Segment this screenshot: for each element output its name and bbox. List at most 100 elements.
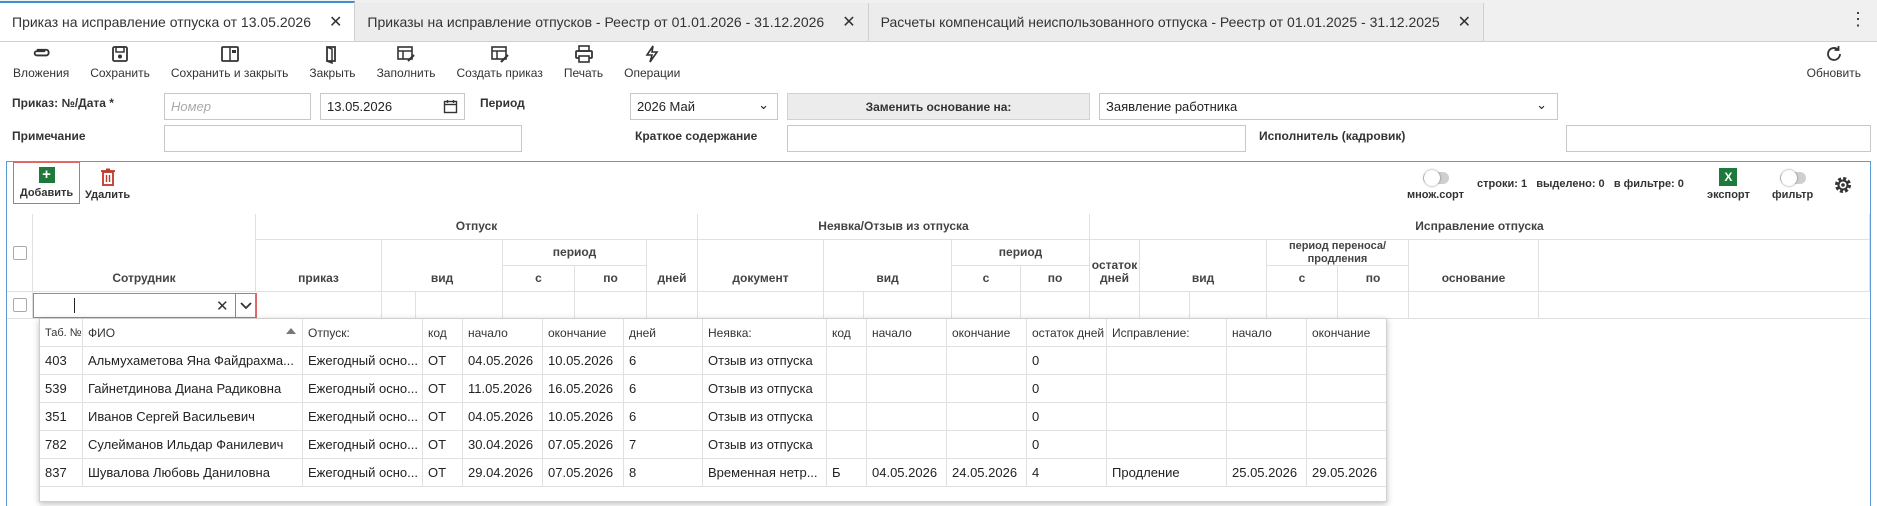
summary-input[interactable] bbox=[787, 125, 1246, 152]
more-vertical-icon[interactable]: ⋮ bbox=[1849, 10, 1867, 28]
create-order-button[interactable]: Создать приказ bbox=[456, 44, 543, 80]
attachments-button[interactable]: Вложения bbox=[13, 44, 69, 80]
save-button[interactable]: Сохранить bbox=[90, 44, 150, 80]
delete-label: Удалить bbox=[85, 189, 131, 201]
select-all-checkbox[interactable] bbox=[12, 245, 27, 260]
dropdown-col-fio[interactable]: ФИО bbox=[83, 319, 303, 346]
dropdown-col-absence-end[interactable]: окончание bbox=[947, 319, 1027, 346]
refresh-button[interactable]: Обновить bbox=[1807, 44, 1861, 80]
note-input[interactable] bbox=[164, 125, 522, 152]
filter-cell[interactable] bbox=[952, 292, 1021, 318]
multisort-toggle[interactable]: множ.сорт bbox=[1407, 170, 1464, 201]
cell-fio: Альмухаметова Яна Файдрахма... bbox=[83, 347, 303, 374]
filter-cell[interactable] bbox=[1267, 292, 1338, 318]
col-document[interactable]: документ bbox=[698, 240, 824, 292]
dropdown-col-vacation[interactable]: Отпуск: bbox=[303, 319, 423, 346]
cell-vacation: Ежегодный осно... bbox=[303, 375, 423, 402]
cell-absence-code bbox=[827, 431, 867, 458]
filter-cell[interactable] bbox=[1190, 292, 1267, 318]
fill-button[interactable]: Заполнить bbox=[377, 44, 435, 80]
dropdown-col-correction[interactable]: Исправление: bbox=[1107, 319, 1227, 346]
col-absence-from[interactable]: с bbox=[952, 266, 1021, 292]
dropdown-col-absence[interactable]: Неявка: bbox=[703, 319, 827, 346]
filter-cell[interactable] bbox=[256, 292, 382, 318]
col-transfer-to[interactable]: по bbox=[1338, 266, 1409, 292]
settings-gear-icon[interactable] bbox=[1833, 175, 1853, 198]
dropdown-toggle-button[interactable] bbox=[235, 293, 257, 318]
dropdown-col-absence-code[interactable]: код bbox=[827, 319, 867, 346]
save-and-close-button[interactable]: Сохранить и закрыть bbox=[171, 44, 288, 80]
dropdown-col-correction-start[interactable]: начало bbox=[1227, 319, 1307, 346]
operations-button[interactable]: Операции bbox=[624, 44, 680, 80]
col-remaining-days[interactable]: остаток дней bbox=[1090, 240, 1140, 292]
dropdown-col-end[interactable]: окончание bbox=[543, 319, 624, 346]
col-days[interactable]: дней bbox=[647, 240, 698, 292]
print-button[interactable]: Печать bbox=[564, 44, 603, 80]
filter-cell[interactable] bbox=[698, 292, 824, 318]
col-basis[interactable]: основание bbox=[1409, 240, 1539, 292]
close-button[interactable]: Закрыть bbox=[309, 44, 356, 80]
order-number-input[interactable]: Номер bbox=[164, 93, 311, 120]
employee-combobox[interactable]: ✕ bbox=[33, 293, 257, 318]
create-order-label: Создать приказ bbox=[456, 66, 543, 80]
order-date-input[interactable]: 13.05.2026 bbox=[320, 93, 465, 120]
filter-cell[interactable] bbox=[1338, 292, 1409, 318]
filter-toggle[interactable]: фильтр bbox=[1772, 170, 1813, 201]
col-transfer-from[interactable]: с bbox=[1267, 266, 1338, 292]
dropdown-row[interactable]: 403 Альмухаметова Яна Файдрахма... Ежего… bbox=[40, 347, 1386, 375]
filter-cell[interactable] bbox=[1090, 292, 1140, 318]
cell-start: 04.05.2026 bbox=[463, 403, 543, 430]
add-button[interactable]: + Добавить bbox=[13, 162, 80, 204]
filter-cell[interactable] bbox=[1140, 292, 1190, 318]
dropdown-row[interactable]: 351 Иванов Сергей Васильевич Ежегодный о… bbox=[40, 403, 1386, 431]
dropdown-row[interactable]: 837 Шувалова Любовь Даниловна Ежегодный … bbox=[40, 459, 1386, 487]
dropdown-col-code[interactable]: код bbox=[423, 319, 463, 346]
filter-cell[interactable] bbox=[864, 292, 952, 318]
filter-cell[interactable] bbox=[416, 292, 503, 318]
lightning-icon bbox=[645, 45, 659, 63]
col-order[interactable]: приказ bbox=[256, 240, 382, 292]
close-icon[interactable]: ✕ bbox=[1458, 12, 1471, 32]
close-icon[interactable]: ✕ bbox=[842, 12, 855, 32]
dropdown-col-days[interactable]: дней bbox=[624, 319, 703, 346]
toggle-switch[interactable] bbox=[1422, 170, 1449, 186]
dropdown-col-absence-start[interactable]: начало bbox=[867, 319, 947, 346]
cell-correction-start bbox=[1227, 375, 1307, 402]
filter-cell[interactable] bbox=[1021, 292, 1090, 318]
cell-fio: Сулейманов Ильдар Фанилевич bbox=[83, 431, 303, 458]
col-absence-kind[interactable]: вид bbox=[824, 240, 952, 292]
executor-input[interactable] bbox=[1566, 125, 1871, 152]
col-absence-to[interactable]: по bbox=[1021, 266, 1090, 292]
col-employee[interactable]: Сотрудник bbox=[33, 214, 256, 292]
export-button[interactable]: X экспорт bbox=[1707, 168, 1750, 201]
col-from[interactable]: с bbox=[503, 266, 575, 292]
tab-compensation-registry[interactable]: Расчеты компенсаций неиспользованного от… bbox=[868, 3, 1485, 41]
clear-icon[interactable]: ✕ bbox=[216, 297, 229, 315]
col-to[interactable]: по bbox=[575, 266, 647, 292]
calendar-icon[interactable] bbox=[443, 99, 458, 114]
filter-cell[interactable] bbox=[382, 292, 416, 318]
period-select[interactable]: 2026 Май ⌄ bbox=[630, 93, 778, 120]
dropdown-col-start[interactable]: начало bbox=[463, 319, 543, 346]
col-correction-kind[interactable]: вид bbox=[1140, 240, 1267, 292]
basis-select[interactable]: Заявление работника ⌄ bbox=[1099, 93, 1558, 120]
row-checkbox[interactable] bbox=[12, 298, 27, 312]
dropdown-row[interactable]: 539 Гайнетдинова Диана Радиковна Ежегодн… bbox=[40, 375, 1386, 403]
delete-button[interactable]: Удалить bbox=[85, 168, 130, 201]
dropdown-row[interactable]: 782 Сулейманов Ильдар Фанилевич Ежегодны… bbox=[40, 431, 1386, 459]
replace-basis-button[interactable]: Заменить основание на: bbox=[787, 93, 1090, 120]
close-icon[interactable]: ✕ bbox=[329, 12, 342, 32]
toggle-switch[interactable] bbox=[1779, 170, 1806, 186]
filter-cell[interactable] bbox=[1409, 292, 1539, 318]
filter-cell[interactable] bbox=[503, 292, 575, 318]
dropdown-col-tab-number[interactable]: Таб. № bbox=[40, 319, 83, 346]
col-kind[interactable]: вид bbox=[382, 240, 503, 292]
filter-cell[interactable] bbox=[647, 292, 698, 318]
filter-cell[interactable] bbox=[824, 292, 864, 318]
filter-cell[interactable] bbox=[575, 292, 647, 318]
dropdown-col-correction-end[interactable]: окончание bbox=[1307, 319, 1386, 346]
tab-orders-registry[interactable]: Приказы на исправление отпусков - Реестр… bbox=[355, 3, 869, 41]
dropdown-col-remaining[interactable]: остаток дней bbox=[1027, 319, 1107, 346]
tab-order-correction[interactable]: Приказ на исправление отпуска от 13.05.2… bbox=[0, 1, 356, 41]
cell-days: 6 bbox=[624, 403, 703, 430]
